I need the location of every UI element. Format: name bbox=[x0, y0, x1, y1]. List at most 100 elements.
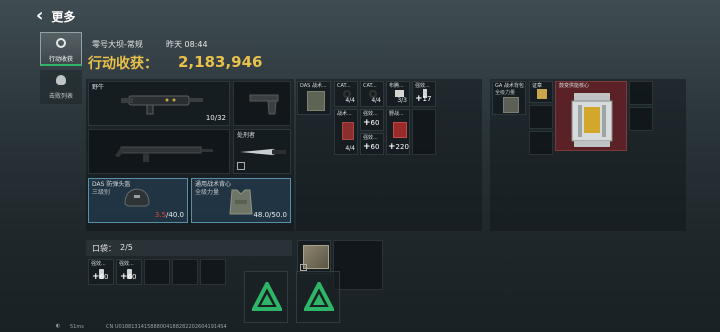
ammo-count: 10/32 bbox=[205, 114, 226, 122]
backpack-empty-3[interactable] bbox=[529, 105, 553, 129]
helmet-durability-current: 3.5 bbox=[154, 211, 167, 219]
smg-icon bbox=[121, 95, 203, 115]
item-count: 4/4 bbox=[345, 97, 355, 104]
helmet-slot[interactable]: DAS 防弹头盔 三级别 3.5/40.0 bbox=[88, 178, 188, 223]
skull-icon bbox=[56, 75, 66, 85]
rig-icon bbox=[307, 91, 325, 111]
back-label: 更多 bbox=[51, 9, 76, 24]
pocket-slot-5[interactable] bbox=[200, 259, 226, 285]
footer-bar: ◐ 51ms CN U01881314158880041882822026041… bbox=[40, 322, 340, 332]
bandage-icon bbox=[395, 90, 404, 97]
pistol-icon bbox=[249, 94, 279, 115]
pocket-count: 2/5 bbox=[120, 243, 133, 252]
uid: CN U01881314158880041882822026041914S4 bbox=[106, 324, 227, 330]
rig-item-1[interactable]: CAT... 4/4 bbox=[334, 81, 358, 107]
backpack-empty-1[interactable] bbox=[629, 81, 653, 105]
rig-item-8[interactable]: 野战... +220 bbox=[386, 109, 410, 155]
item-name: 战术... bbox=[337, 111, 352, 117]
marker-slot-2 bbox=[296, 271, 340, 323]
wifi-icon: ◐ bbox=[56, 323, 61, 329]
item-name: CAT... bbox=[363, 83, 377, 89]
raid-time: 昨天 08:44 bbox=[166, 40, 208, 49]
item-count: 4/4 bbox=[371, 97, 381, 104]
item-amount: +60 bbox=[92, 272, 109, 282]
rig-item-empty[interactable] bbox=[412, 109, 436, 155]
primary-weapon-name: 野牛 bbox=[92, 84, 105, 91]
item-amount: +60 bbox=[363, 118, 380, 128]
rig-item-5[interactable]: 战术... 4/4 bbox=[334, 109, 358, 155]
helmet-durability: 3.5/40.0 bbox=[155, 212, 184, 219]
tag-icon bbox=[300, 264, 307, 271]
secondary-weapon-slot[interactable] bbox=[233, 81, 291, 126]
pocket-slot-3[interactable] bbox=[144, 259, 170, 285]
sidebar-item-loot[interactable]: 行动收获 bbox=[40, 32, 82, 66]
raid-map-mode: 零号大坝-常规 bbox=[92, 40, 143, 49]
item-amount: +60 bbox=[120, 272, 137, 282]
item-name: 强效... bbox=[363, 111, 378, 117]
pocket-slot-2[interactable]: 强效... +60 bbox=[116, 259, 142, 285]
item-count: 3/3 bbox=[397, 97, 407, 104]
rifle-icon bbox=[115, 146, 213, 162]
item-name: 布腾... bbox=[389, 83, 404, 89]
triangle-logo-icon bbox=[252, 282, 282, 311]
melee-slot[interactable]: 处刑者 bbox=[233, 129, 291, 174]
backpack-item-core[interactable]: 鼓变供能核心 bbox=[555, 81, 627, 151]
gain-value: 2,183,946 bbox=[178, 53, 263, 71]
item-name: CAT... bbox=[337, 83, 351, 89]
item-name: 强效... bbox=[363, 135, 378, 141]
rig-item-2[interactable]: CAT... 4/4 bbox=[360, 81, 384, 107]
helmet-durability-max: /40.0 bbox=[166, 211, 184, 219]
item-name: 野战... bbox=[389, 111, 404, 117]
item-name: 强效... bbox=[91, 261, 106, 267]
armor-slot[interactable]: 通用战术背心 全级力量 48.0/50.0 bbox=[191, 178, 291, 223]
rig-item-7[interactable]: 强效... +60 bbox=[360, 133, 384, 155]
pocket-header: 口袋： 2/5 bbox=[86, 240, 292, 256]
melee-name: 处刑者 bbox=[237, 132, 256, 139]
armor-name: 通用战术背心 bbox=[195, 181, 232, 188]
pocket-slot-1[interactable]: 强效... +60 bbox=[88, 259, 114, 285]
item-amount: +17 bbox=[415, 94, 432, 104]
item-amount: +220 bbox=[388, 142, 409, 152]
rig-item-4[interactable]: 强效... +17 bbox=[412, 81, 436, 107]
rig-slot-label: DAS 战术... bbox=[300, 83, 327, 89]
secure-container-grid[interactable] bbox=[333, 240, 383, 290]
item-amount: +60 bbox=[363, 142, 380, 152]
helmet-icon bbox=[124, 188, 150, 207]
vest-icon bbox=[229, 189, 253, 215]
medkit-icon bbox=[342, 122, 354, 140]
sidebar-item-kills[interactable]: 击败列表 bbox=[40, 70, 82, 104]
backpack-item-badge[interactable]: 证章 bbox=[529, 81, 553, 103]
knife-icon bbox=[240, 149, 286, 155]
power-core-icon bbox=[571, 93, 613, 147]
backpack-icon bbox=[503, 97, 519, 113]
backpack-empty-2[interactable] bbox=[629, 107, 653, 131]
secure-container-slot[interactable] bbox=[297, 240, 331, 274]
target-icon bbox=[56, 38, 66, 48]
triangle-logo-icon bbox=[304, 282, 334, 311]
primary-weapon-slot[interactable]: 野牛 10/32 bbox=[88, 81, 230, 126]
pocket-label: 口袋： bbox=[92, 244, 116, 253]
armor-sub: 全级力量 bbox=[195, 189, 220, 196]
helmet-sub: 三级别 bbox=[92, 189, 111, 196]
chevron-left-icon: ‹ bbox=[36, 5, 44, 26]
sidebar-item-label: 击败列表 bbox=[48, 93, 73, 100]
back-button[interactable]: ‹ 更多 bbox=[36, 6, 96, 26]
secondary-primary-slot[interactable] bbox=[88, 129, 230, 174]
first-aid-icon bbox=[393, 122, 407, 138]
item-name: 鼓变供能核心 bbox=[559, 83, 590, 89]
ping: 51ms bbox=[70, 324, 84, 330]
rig-slot[interactable]: DAS 战术... bbox=[297, 81, 331, 115]
rig-item-6[interactable]: 强效... +60 bbox=[360, 109, 384, 131]
gain-label: 行动收获： bbox=[88, 56, 158, 72]
pocket-slot-4[interactable] bbox=[172, 259, 198, 285]
backpack-slot[interactable]: GA 战术背包 全级力量 bbox=[492, 81, 526, 115]
tag-icon bbox=[237, 162, 245, 170]
sidebar-item-label: 行动收获 bbox=[48, 56, 73, 63]
item-count: 4/4 bbox=[345, 145, 355, 152]
badge-icon bbox=[537, 89, 547, 99]
rig-item-3[interactable]: 布腾... 3/3 bbox=[386, 81, 410, 107]
item-name: 强效... bbox=[119, 261, 134, 267]
backpack-slot-label: GA 战术背包 bbox=[495, 83, 524, 89]
backpack-empty-4[interactable] bbox=[529, 131, 553, 155]
armor-durability: 48.0/50.0 bbox=[253, 211, 287, 219]
